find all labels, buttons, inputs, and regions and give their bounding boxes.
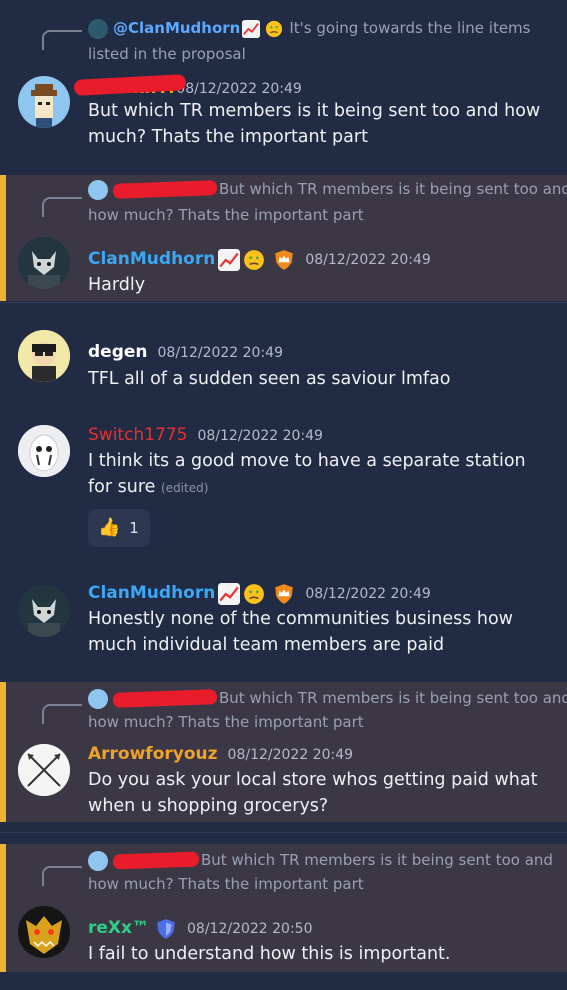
- reply-text: But which TR members is it being sent to…: [201, 851, 553, 869]
- reply-connector: [42, 197, 82, 217]
- edited-label: (edited): [161, 481, 209, 495]
- thinking-face-icon: [243, 583, 265, 605]
- crown-badge-icon[interactable]: [273, 583, 295, 605]
- reply-author[interactable]: @ClanMudhorn: [113, 19, 240, 37]
- divider: [0, 832, 567, 833]
- message-1: @ClanMudhorn It's going towards the line …: [0, 0, 567, 168]
- message-7: But which TR members is it being sent to…: [0, 844, 567, 972]
- message-header: ClanMudhorn 08/12/2022 20:49: [88, 247, 431, 272]
- message-4: Switch1775 08/12/2022 20:49 I think its a…: [0, 415, 567, 555]
- crown-badge-icon[interactable]: [273, 249, 295, 271]
- timestamp: 08/12/2022 20:49: [227, 747, 354, 763]
- avatar[interactable]: [18, 237, 70, 289]
- timestamp: 08/12/2022 20:49: [305, 586, 431, 602]
- chart-increasing-icon: [218, 582, 241, 605]
- reply-connector: [42, 30, 82, 50]
- message-content: I fail to understand how this is importa…: [88, 944, 451, 964]
- reply-preview[interactable]: @ClanMudhorn It's going towards the line …: [88, 16, 531, 41]
- reaction-count: 1: [129, 519, 139, 537]
- username[interactable]: ClanMudhorn: [88, 583, 215, 603]
- reply-avatar: [88, 179, 108, 200]
- message-5: ClanMudhorn 08/12/2022 20:49 Honestly non…: [0, 575, 567, 675]
- reply-text: But which TR members is it being sent to…: [219, 689, 567, 707]
- username[interactable]: reXx™: [88, 918, 149, 938]
- reaction-thumbs-up[interactable]: 👍 1: [88, 509, 150, 547]
- message-content: Do you ask your local store whos getting…: [88, 770, 538, 816]
- message-content: I think its a good move to have a separa…: [88, 448, 548, 501]
- reply-avatar: [88, 688, 108, 709]
- avatar[interactable]: [18, 330, 70, 382]
- message-header: degen 08/12/2022 20:49: [88, 340, 283, 365]
- thinking-face-icon: [265, 20, 283, 38]
- reply-text: It's going towards the line items: [289, 19, 531, 37]
- message-header: Arrowforyouz 08/12/2022 20:49: [88, 742, 353, 767]
- chart-increasing-icon: [242, 19, 261, 38]
- reply-text: But which TR members is it being sent to…: [219, 180, 567, 198]
- reply-text-continued: how much? Thats the important part: [88, 713, 364, 731]
- reply-preview[interactable]: But which TR members is it being sent to…: [88, 848, 553, 873]
- message-content: But which TR members is it being sent to…: [88, 101, 541, 147]
- reply-avatar: [88, 18, 108, 39]
- avatar[interactable]: [18, 425, 70, 477]
- avatar[interactable]: [18, 585, 70, 637]
- reply-text-continued: how much? Thats the important part: [88, 206, 364, 224]
- message-content: TFL all of a sudden seen as saviour lmfa…: [88, 369, 451, 389]
- message-3: degen 08/12/2022 20:49 TFL all of a sudde…: [0, 320, 567, 400]
- reply-connector: [42, 866, 82, 886]
- reply-preview[interactable]: But which TR members is it being sent to…: [88, 686, 567, 711]
- reply-text-continued: listed in the proposal: [88, 45, 246, 63]
- timestamp: 08/12/2022 20:49: [197, 428, 323, 444]
- message-content: Honestly none of the communities busines…: [88, 609, 513, 655]
- reply-text-continued: how much? Thats the important part: [88, 875, 364, 893]
- username[interactable]: Arrowforyouz: [88, 744, 218, 764]
- redacted-scribble: [112, 689, 218, 708]
- message-text: I think its a good move to have a separa…: [88, 451, 526, 497]
- timestamp: 08/12/2022 20:49: [157, 345, 284, 361]
- avatar[interactable]: [18, 744, 70, 796]
- message-content: Hardly: [88, 275, 146, 295]
- chart-increasing-icon: [218, 248, 241, 271]
- timestamp: 08/12/2022 20:50: [187, 921, 313, 937]
- message-header: Switch1775 08/12/2022 20:49: [88, 423, 323, 448]
- redacted-scribble: [112, 180, 218, 199]
- timestamp: 08/12/2022 20:49: [176, 81, 302, 97]
- reply-preview[interactable]: But which TR members is it being sent to…: [88, 177, 567, 202]
- reply-avatar: [88, 850, 108, 871]
- timestamp: 08/12/2022 20:49: [305, 252, 431, 268]
- divider: [0, 302, 567, 303]
- message-2: But which TR members is it being sent to…: [0, 175, 567, 301]
- shield-badge-icon[interactable]: [155, 918, 177, 940]
- thinking-face-icon: [243, 249, 265, 271]
- message-6: But which TR members is it being sent to…: [0, 682, 567, 822]
- message-header: ClanMudhorn 08/12/2022 20:49: [88, 581, 431, 606]
- avatar[interactable]: [18, 906, 70, 958]
- message-header: reXx™ 08/12/2022 20:50: [88, 916, 313, 941]
- redacted-scribble: [112, 851, 200, 870]
- username[interactable]: Switch1775: [88, 425, 187, 445]
- username[interactable]: ClanMudhorn: [88, 249, 215, 269]
- thumbs-up-icon: 👍: [98, 517, 121, 538]
- username[interactable]: degen: [88, 342, 148, 362]
- avatar[interactable]: [18, 76, 70, 128]
- reply-connector: [42, 704, 82, 724]
